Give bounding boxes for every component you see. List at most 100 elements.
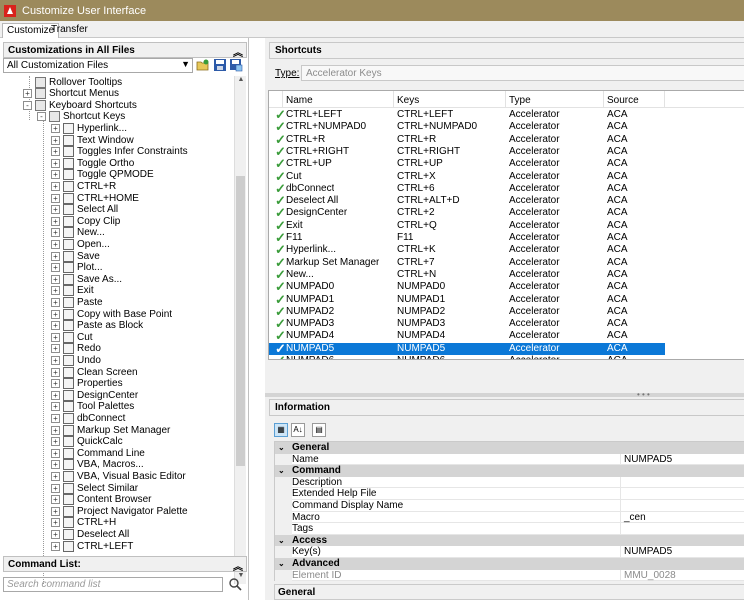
property-row[interactable]: Macro _cen [275,511,744,524]
property-pages-icon[interactable]: ▤ [312,423,326,437]
table-row[interactable]: ✓ Exit CTRL+Q Accelerator ACA [269,219,665,232]
expand-icon[interactable]: + [51,402,60,412]
table-row[interactable]: ✓ CTRL+UP CTRL+UP Accelerator ACA [269,157,665,170]
type-select[interactable]: Accelerator Keys [301,65,744,81]
property-row[interactable]: Key(s) NUMPAD5 [275,546,744,558]
tree-item[interactable]: + Toggle QPMODE [51,169,154,181]
col-type-header[interactable]: Type [506,91,604,108]
table-row[interactable]: ✓ NUMPAD4 NUMPAD4 Accelerator ACA [269,329,665,342]
property-row[interactable]: Extended Help File [275,488,744,500]
tree-item[interactable]: + Toggles Infer Constraints [51,146,188,158]
expand-icon[interactable]: + [51,309,60,319]
tree-item[interactable]: + CTRL+H [51,517,116,529]
property-category[interactable]: ⌄ Access [275,534,744,547]
tree-item[interactable]: + Plot... [51,262,103,274]
table-row[interactable]: ✓ Hyperlink... CTRL+K Accelerator ACA [269,243,665,256]
tree-item[interactable]: + Undo [51,354,101,366]
tree-item[interactable]: + Exit [51,285,94,297]
expand-icon[interactable]: + [51,239,60,249]
expand-icon[interactable]: + [51,425,60,435]
tree-item[interactable]: + Save As... [51,273,122,285]
expand-icon[interactable]: + [51,286,60,296]
table-row[interactable]: ✓ CTRL+R CTRL+R Accelerator ACA [269,133,665,146]
expand-icon[interactable]: + [51,483,60,493]
property-value[interactable] [621,500,744,512]
expand-icon[interactable]: + [51,344,60,354]
collapse-icon[interactable]: - [23,100,32,110]
property-row[interactable]: Name NUMPAD5 [275,453,744,466]
expand-icon[interactable]: + [51,135,60,145]
categorized-view-icon[interactable]: ▦ [274,423,288,437]
tree-scrollbar-thumb[interactable] [236,176,245,466]
command-search-input[interactable]: Search command list [3,577,223,592]
tree-item[interactable]: + CTRL+HOME [51,192,139,204]
tree-item[interactable]: + Open... [51,238,110,250]
customization-files-select[interactable]: All Customization Files ▼ [3,58,193,73]
col-keys-header[interactable]: Keys [394,91,506,108]
tree-item[interactable]: + Hyperlink... [51,122,127,134]
tree-item[interactable]: + CTRL+R [51,180,116,192]
expand-icon[interactable]: + [51,437,60,447]
tree-item[interactable]: - Keyboard Shortcuts [23,99,137,111]
tree-item[interactable]: Rollover Tooltips [23,76,122,88]
table-row[interactable]: ✓ NUMPAD5 NUMPAD5 Accelerator ACA [269,342,665,355]
tree-item[interactable]: + Copy Clip [51,215,120,227]
panel-splitter[interactable]: • • • [265,391,744,399]
tree-item[interactable]: + Toggle Ortho [51,157,134,169]
table-row[interactable]: ✓ CTRL+RIGHT CTRL+RIGHT Accelerator ACA [269,145,665,158]
save-as-icon[interactable] [229,58,243,72]
tree-item[interactable]: + Paste [51,296,103,308]
col-name-header[interactable]: Name [283,91,394,108]
tree-item[interactable]: + Paste as Block [51,320,143,332]
property-row[interactable]: Command Display Name [275,500,744,512]
tree-item[interactable]: + DesignCenter [51,389,138,401]
expand-icon[interactable]: + [51,460,60,470]
property-value[interactable] [621,488,744,500]
table-row[interactable]: ✓ Cut CTRL+X Accelerator ACA [269,170,665,183]
table-row[interactable]: ✓NUMPAD6NUMPAD6AcceleratorACA [269,354,665,359]
tree-item[interactable]: + Markup Set Manager [51,424,170,436]
expand-icon[interactable]: + [51,263,60,273]
table-row[interactable]: ✓ NUMPAD3 NUMPAD3 Accelerator ACA [269,317,665,330]
table-row[interactable]: ✓ Deselect All CTRL+ALT+D Accelerator ACA [269,194,665,207]
expand-icon[interactable]: + [51,390,60,400]
expand-icon[interactable]: + [23,89,32,99]
tree-item[interactable]: + dbConnect [51,412,125,424]
expand-icon[interactable]: + [51,379,60,389]
table-row[interactable]: ✓ DesignCenter CTRL+2 Accelerator ACA [269,206,665,219]
expand-icon[interactable]: + [51,147,60,157]
tree-item[interactable]: + Text Window [51,134,134,146]
tree-item[interactable]: + Select Similar [51,482,138,494]
expand-icon[interactable]: + [51,158,60,168]
expand-icon[interactable]: + [51,181,60,191]
expand-icon[interactable]: + [51,367,60,377]
chevron-down-icon[interactable]: ⌄ [278,558,285,569]
expand-icon[interactable]: + [51,413,60,423]
scroll-up-icon[interactable]: ▲ [235,76,247,88]
tree-item[interactable]: + Shortcut Menus [23,88,119,100]
expand-icon[interactable]: + [51,170,60,180]
tree-item[interactable]: + Copy with Base Point [51,308,172,320]
tree-item[interactable]: + CTRL+LEFT [51,540,133,552]
expand-icon[interactable]: + [51,216,60,226]
expand-icon[interactable]: + [51,193,60,203]
tree-item[interactable]: + Tool Palettes [51,401,134,413]
table-row[interactable]: ✓ New... CTRL+N Accelerator ACA [269,268,665,281]
collapse-icon[interactable]: - [37,112,46,122]
tree-item[interactable]: + Redo [51,343,101,355]
property-category[interactable]: ⌄ Command [275,465,744,477]
tree-item[interactable]: + New... [51,227,105,239]
save-icon[interactable] [213,58,227,72]
table-row[interactable]: ✓ Markup Set Manager CTRL+7 Accelerator ACA [269,256,665,269]
property-category[interactable]: ⌄ General [275,442,744,454]
collapse-up-icon[interactable]: ︽ [233,44,243,59]
tree-item[interactable]: - Shortcut Keys [37,111,125,123]
tree-item[interactable]: + Content Browser [51,494,151,506]
table-row[interactable]: ✓ CTRL+NUMPAD0 CTRL+NUMPAD0 Accelerator ACA [269,120,665,133]
expand-icon[interactable]: + [51,297,60,307]
expand-icon[interactable]: + [51,251,60,261]
tree-item[interactable]: + Project Navigator Palette [51,505,188,517]
expand-icon[interactable]: + [51,123,60,133]
tree-scrollbar[interactable]: ▲ ▼ [234,76,246,584]
col-source-header[interactable]: Source [604,91,665,108]
